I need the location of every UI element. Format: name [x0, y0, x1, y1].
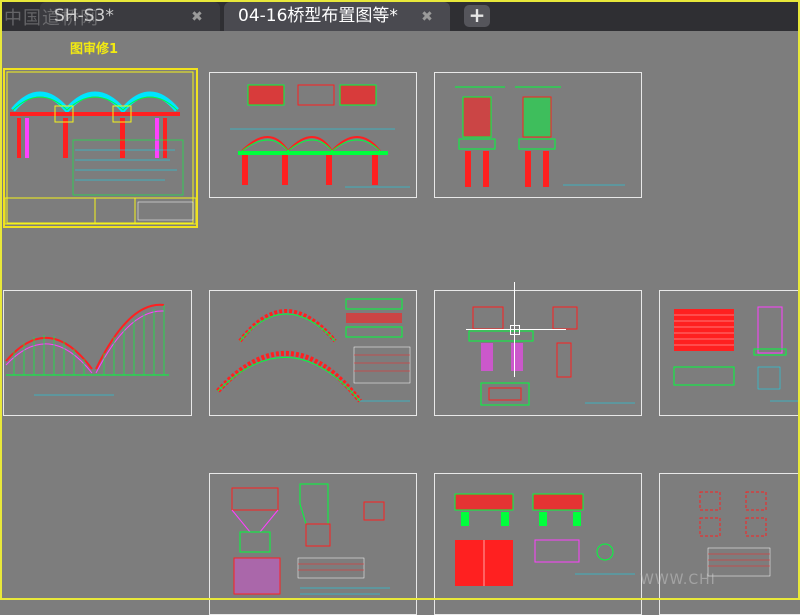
tab-bar: SH-S3* ✖ 04-16桥型布置图等* ✖ + — [0, 0, 800, 31]
sheet-title-label: 图审修1 — [70, 42, 119, 57]
drawing-sheet-6[interactable] — [434, 290, 642, 416]
drawing-sheet-9[interactable] — [434, 473, 642, 615]
sheet-5-drawing — [216, 298, 411, 403]
drawing-sheet-3[interactable] — [434, 72, 642, 198]
watermark-url: WWW.CHI — [640, 572, 716, 588]
drawing-sheet-4[interactable] — [3, 290, 192, 416]
close-icon[interactable]: ✖ — [190, 10, 204, 24]
cursor-pickbox — [510, 325, 520, 335]
drawing-sheet-7[interactable] — [659, 290, 800, 416]
watermark-logo: 中国道桥网 — [4, 8, 99, 29]
tab-bridge-layout[interactable]: 04-16桥型布置图等* ✖ — [224, 2, 450, 31]
close-icon[interactable]: ✖ — [420, 10, 434, 24]
drawing-sheet-1[interactable] — [3, 68, 198, 228]
sheet-6-drawing — [468, 306, 635, 406]
drawing-sheet-5[interactable] — [209, 290, 417, 416]
sheet-1-drawing — [5, 71, 196, 225]
sheet-4-drawing — [5, 303, 169, 396]
drawing-sheet-8[interactable] — [209, 473, 417, 615]
sheet-3-drawing — [455, 86, 625, 187]
add-tab-button[interactable]: + — [464, 5, 490, 27]
sheet-10-drawing — [699, 491, 771, 577]
sheet-7-drawing — [673, 306, 800, 402]
tab-label: 04-16桥型布置图等* — [238, 6, 398, 26]
drawing-sheet-2[interactable] — [209, 72, 417, 198]
sheet-8-drawing — [231, 483, 390, 595]
sheet-9-drawing — [454, 493, 635, 586]
sheet-2-drawing — [230, 84, 410, 188]
drawing-sheet-10[interactable] — [659, 473, 800, 615]
